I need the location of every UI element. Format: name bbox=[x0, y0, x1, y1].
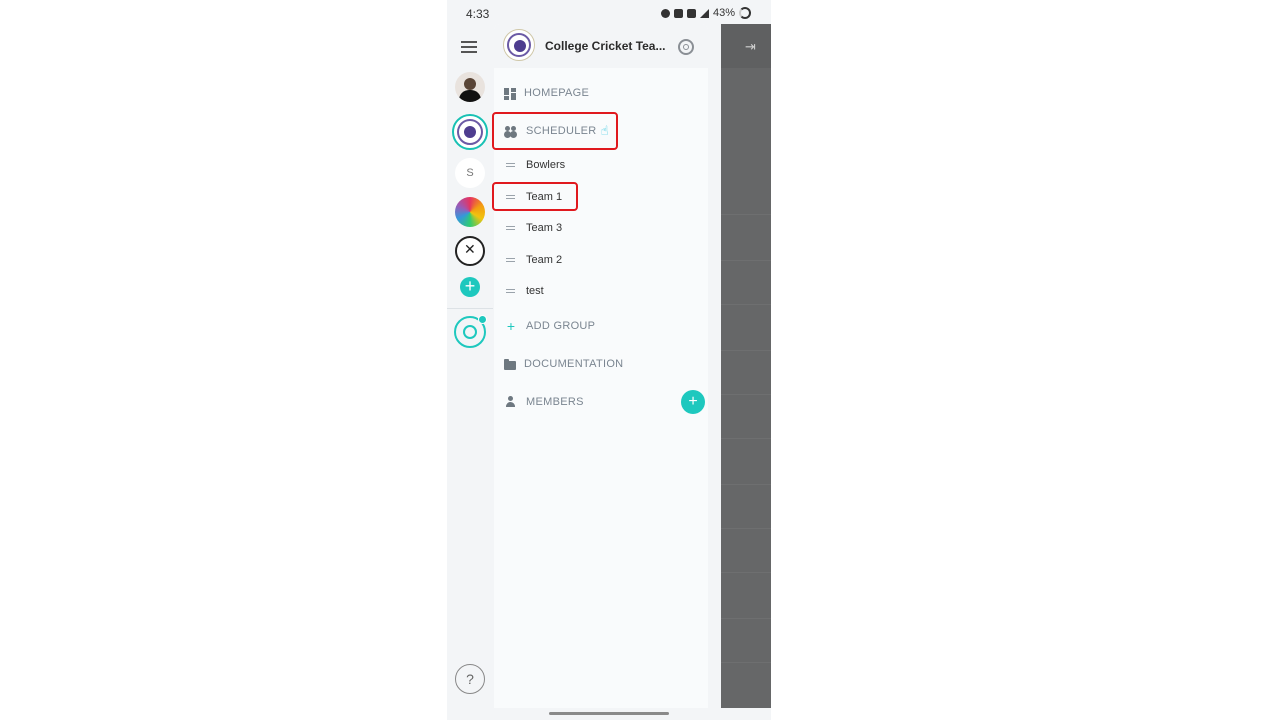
logout-icon[interactable]: ⇥ bbox=[745, 39, 756, 55]
divider bbox=[721, 618, 771, 619]
drag-handle-icon bbox=[504, 253, 518, 267]
nav-homepage[interactable]: HOMEPAGE bbox=[494, 81, 708, 105]
hamburger-menu-icon[interactable] bbox=[461, 41, 477, 53]
battery-percent: 43% bbox=[712, 7, 735, 19]
status-indicators: 43% bbox=[660, 7, 751, 19]
divider bbox=[721, 662, 771, 663]
group-label: Team 2 bbox=[526, 254, 563, 266]
divider bbox=[721, 438, 771, 439]
seal-icon bbox=[507, 33, 531, 57]
divider bbox=[721, 572, 771, 573]
signal-icon bbox=[699, 8, 709, 18]
divider bbox=[721, 484, 771, 485]
group-label: Bowlers bbox=[526, 159, 566, 171]
user-avatar[interactable] bbox=[455, 72, 485, 102]
group-item-bowlers[interactable]: Bowlers bbox=[494, 153, 708, 177]
status-time: 4:33 bbox=[466, 7, 490, 21]
drawer-header: College Cricket Tea... bbox=[494, 24, 708, 68]
drag-handle-icon bbox=[504, 284, 518, 298]
divider bbox=[721, 260, 771, 261]
team-title[interactable]: College Cricket Tea... bbox=[545, 39, 665, 53]
group-label: test bbox=[526, 285, 544, 297]
workspace-rail: S + ? bbox=[447, 28, 493, 708]
dnd-icon bbox=[660, 8, 670, 18]
group-item-team-2[interactable]: Team 2 bbox=[494, 248, 708, 272]
help-button[interactable]: ? bbox=[455, 664, 485, 694]
add-group-label: ADD GROUP bbox=[526, 320, 596, 332]
team-logo bbox=[503, 29, 535, 61]
nav-documentation-label: DOCUMENTATION bbox=[524, 358, 624, 370]
dashboard-icon bbox=[504, 87, 516, 100]
group-label: Team 3 bbox=[526, 222, 563, 234]
drag-handle-icon bbox=[504, 221, 518, 235]
battery-icon bbox=[739, 7, 751, 19]
seal-icon bbox=[457, 119, 483, 145]
home-indicator[interactable] bbox=[549, 712, 669, 715]
nav-homepage-label: HOMEPAGE bbox=[524, 87, 590, 99]
person-icon bbox=[504, 395, 518, 409]
data-icon bbox=[686, 8, 696, 18]
cricket-club-logo[interactable] bbox=[455, 236, 485, 266]
gear-icon[interactable] bbox=[678, 39, 694, 55]
divider bbox=[721, 350, 771, 351]
s-initial-avatar[interactable]: S bbox=[455, 158, 485, 188]
group-item-test[interactable]: test bbox=[494, 279, 708, 303]
nav-members[interactable]: MEMBERS bbox=[494, 390, 708, 414]
phone-screen: 4:33 43% S + ? College Cricket Tea... bbox=[447, 0, 771, 720]
divider bbox=[721, 394, 771, 395]
group-item-team-3[interactable]: Team 3 bbox=[494, 216, 708, 240]
nav-documentation[interactable]: DOCUMENTATION bbox=[494, 352, 708, 376]
target-icon[interactable] bbox=[454, 315, 487, 348]
colorful-logo[interactable] bbox=[455, 197, 485, 227]
drag-handle-icon bbox=[504, 158, 518, 172]
rail-divider bbox=[447, 308, 493, 309]
add-workspace-button[interactable]: + bbox=[460, 277, 480, 297]
notification-dot bbox=[478, 315, 487, 324]
divider bbox=[721, 528, 771, 529]
navigation-drawer: College Cricket Tea... HOMEPAGE SCHEDULE… bbox=[492, 24, 708, 708]
college-cricket-logo[interactable] bbox=[452, 114, 488, 150]
divider bbox=[721, 214, 771, 215]
folder-icon bbox=[504, 359, 516, 370]
add-group-button[interactable]: + ADD GROUP bbox=[494, 314, 708, 338]
plus-icon: + bbox=[506, 318, 516, 334]
gesture-bar bbox=[447, 708, 771, 720]
team-1-highlight bbox=[492, 182, 578, 211]
add-member-button[interactable]: + bbox=[681, 390, 705, 414]
divider bbox=[721, 304, 771, 305]
content-topbar: ⇥ bbox=[721, 24, 771, 68]
vibrate-icon bbox=[673, 8, 683, 18]
nav-members-label: MEMBERS bbox=[526, 396, 584, 408]
scheduler-highlight bbox=[492, 112, 618, 150]
dimmed-content-overlay[interactable]: ⇥ bbox=[721, 24, 771, 708]
